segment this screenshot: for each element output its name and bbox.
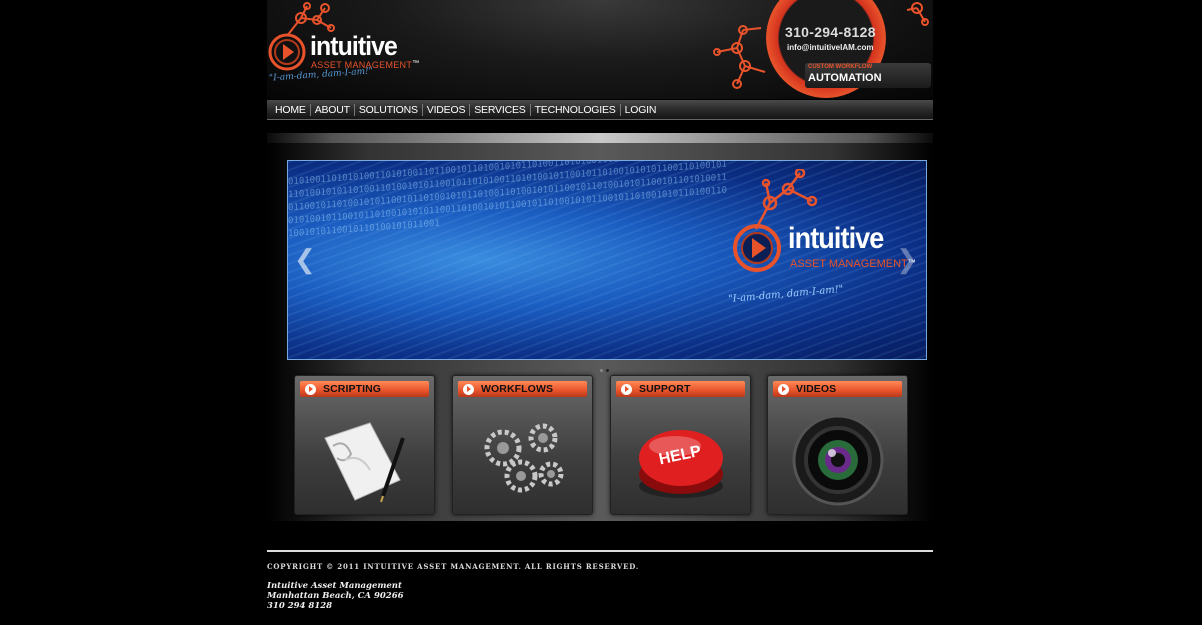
slider-pagination: [600, 369, 609, 372]
help-button-icon: HELP: [639, 430, 723, 498]
tile-scripting[interactable]: SCRIPTING: [294, 375, 435, 515]
logo-wordmark: intuitive: [310, 31, 398, 61]
gears-icon: [484, 423, 564, 493]
automation-promo-kicker: CUSTOM WORKFLOW: [808, 64, 873, 70]
nav-item-videos[interactable]: VIDEOS: [423, 103, 471, 116]
tile-videos[interactable]: VIDEOS: [767, 375, 908, 515]
footer-phone: 310 294 8128: [267, 601, 333, 611]
tile-header: SCRIPTING: [300, 381, 429, 397]
automation-promo-title: AUTOMATION: [808, 72, 882, 84]
tile-support[interactable]: SUPPORT HELP: [610, 375, 751, 515]
footer-divider: [267, 550, 933, 552]
play-icon: [778, 383, 789, 395]
slider-prev-arrow-icon[interactable]: ❮: [294, 246, 316, 272]
automation-promo[interactable]: CUSTOM WORKFLOW AUTOMATION: [805, 63, 931, 88]
footer-company: Intuitive Asset Management: [267, 581, 402, 591]
nav-item-login[interactable]: LOGIN: [621, 104, 661, 116]
tile-label: VIDEOS: [796, 383, 837, 395]
tile-label: WORKFLOWS: [481, 383, 554, 395]
hero-slider[interactable]: 0101001101010100110101001101100101101001…: [287, 160, 927, 360]
main-content: 0101001101010100110101001101100101101001…: [267, 133, 933, 521]
nav-item-services[interactable]: SERVICES: [470, 103, 531, 116]
camera-lens-icon: [792, 414, 884, 506]
tile-header: VIDEOS: [773, 381, 902, 397]
nav-item-home[interactable]: HOME: [271, 103, 311, 116]
slider-dot-active[interactable]: [606, 369, 609, 372]
tile-label: SUPPORT: [639, 383, 691, 395]
slide-logo-wordmark: intuitive: [788, 222, 884, 255]
tile-header: WORKFLOWS: [458, 381, 587, 397]
main-nav: HOME ABOUT SOLUTIONS VIDEOS SERVICES TEC…: [267, 100, 933, 120]
site-logo[interactable]: intuitive ASSET MANAGEMENT™ "I-am-dam, d…: [267, 0, 427, 99]
footer-address: Intuitive Asset Management Manhattan Bea…: [267, 581, 404, 611]
binary-background: 0101001101010100110101001101100101101001…: [288, 160, 727, 240]
play-icon: [305, 383, 316, 395]
play-icon: [621, 383, 632, 395]
tile-label: SCRIPTING: [323, 383, 382, 395]
header-email-link[interactable]: info@intuitiveIAM.com: [787, 43, 873, 52]
copyright-text: COPYRIGHT © 2011 INTUITIVE ASSET MANAGEM…: [267, 562, 640, 571]
header-phone: 310-294-8128: [785, 24, 876, 40]
nav-item-about[interactable]: ABOUT: [311, 103, 355, 116]
script-scroll-icon: [324, 422, 405, 503]
page: intuitive ASSET MANAGEMENT™ "I-am-dam, d…: [267, 0, 933, 625]
slider-dot[interactable]: [600, 369, 603, 372]
slider-next-arrow-icon[interactable]: ❯: [896, 246, 918, 272]
tile-workflows[interactable]: WORKFLOWS: [452, 375, 593, 515]
header: intuitive ASSET MANAGEMENT™ "I-am-dam, d…: [267, 0, 933, 99]
slide-logo: intuitive ASSET MANAGEMENT™ "I-am-dam, d…: [726, 169, 926, 309]
nav-item-technologies[interactable]: TECHNOLOGIES: [531, 103, 621, 116]
footer-city: Manhattan Beach, CA 90266: [267, 591, 404, 601]
main-panel: 0101001101010100110101001101100101101001…: [267, 143, 933, 521]
play-icon: [463, 383, 474, 395]
contact-block: 310-294-8128 info@intuitiveIAM.com CUSTO…: [707, 0, 933, 99]
tile-header: SUPPORT: [616, 381, 745, 397]
nav-item-solutions[interactable]: SOLUTIONS: [355, 103, 423, 116]
